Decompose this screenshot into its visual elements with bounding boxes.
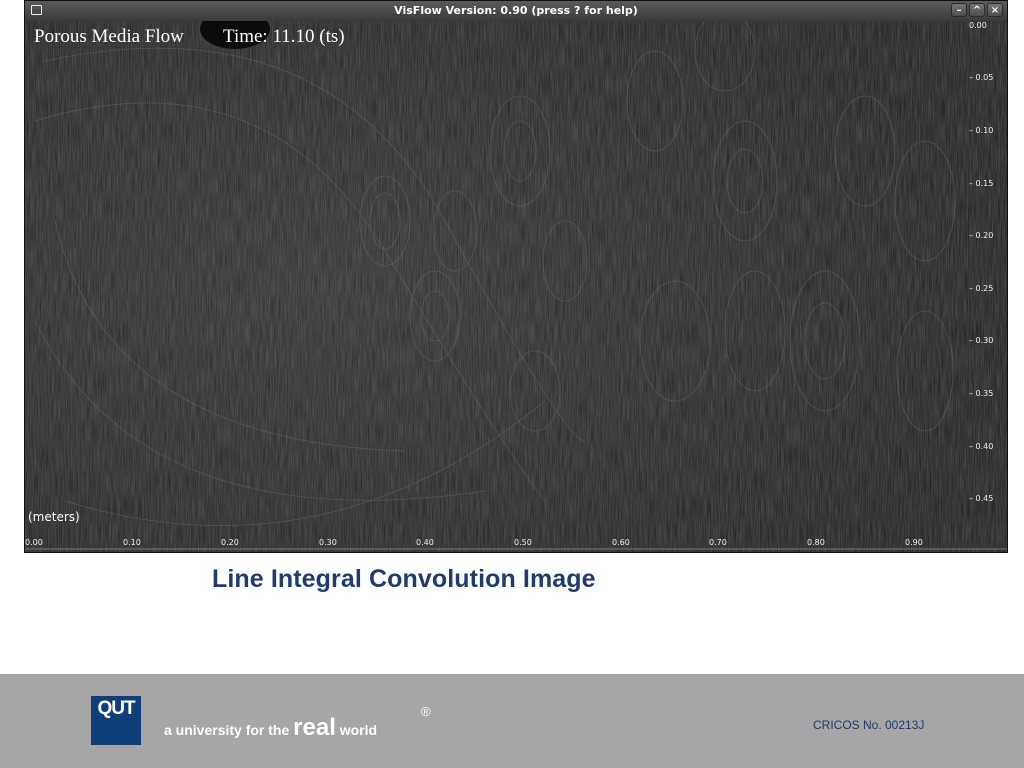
y-tick-label: – 0.40 [969, 442, 994, 451]
x-tick-label: 0.00 [25, 538, 43, 547]
x-tick-label: 0.20 [221, 538, 239, 547]
lic-flow-viewport[interactable]: Porous Media Flow Time: 11.10 (ts) (mete… [25, 21, 1007, 552]
window-menu-icon[interactable] [31, 5, 42, 15]
y-tick-label: – 0.15 [969, 179, 994, 188]
x-tick-label: 0.50 [514, 538, 532, 547]
y-tick-label: 0.00 [969, 21, 987, 30]
slide-footer: QUT a university for the real world ® CR… [0, 674, 1024, 768]
window-titlebar[interactable]: VisFlow Version: 0.90 (press ? for help)… [25, 1, 1007, 21]
x-tick-label: 0.60 [612, 538, 630, 547]
close-button[interactable]: × [987, 3, 1003, 17]
tagline: a university for the real world [164, 714, 377, 742]
x-tick-label: 0.70 [709, 538, 727, 547]
y-tick-label: – 0.35 [969, 389, 994, 398]
units-label: (meters) [28, 510, 80, 524]
window-title: VisFlow Version: 0.90 (press ? for help) [394, 4, 638, 17]
y-tick-label: – 0.10 [969, 126, 994, 135]
slide-caption: Line Integral Convolution Image [212, 565, 596, 593]
minimize-button[interactable]: – [951, 3, 967, 17]
tagline-world: world [339, 722, 378, 738]
window-controls: – ^ × [951, 3, 1003, 17]
y-tick-label: – 0.45 [969, 494, 994, 503]
lic-flow-image [25, 21, 1007, 552]
dataset-title: Porous Media Flow [34, 26, 184, 47]
x-tick-label: 0.90 [905, 538, 923, 547]
qut-logo: QUT [91, 696, 141, 745]
y-tick-label: – 0.20 [969, 231, 994, 240]
visflow-window: VisFlow Version: 0.90 (press ? for help)… [24, 0, 1008, 553]
cricos-number: CRICOS No. 00213J [813, 718, 925, 732]
maximize-button[interactable]: ^ [969, 3, 985, 17]
x-tick-label: 0.10 [123, 538, 141, 547]
y-tick-label: – 0.30 [969, 336, 994, 345]
registered-mark: ® [421, 704, 431, 719]
tagline-prefix: a university for the [164, 722, 290, 738]
y-tick-label: – 0.25 [969, 284, 994, 293]
tagline-real: real [293, 714, 336, 741]
y-tick-label: – 0.05 [969, 73, 994, 82]
x-tick-label: 0.80 [807, 538, 825, 547]
x-tick-label: 0.30 [319, 538, 337, 547]
time-readout: Time: 11.10 (ts) [223, 26, 345, 47]
x-tick-label: 0.40 [416, 538, 434, 547]
flow-texture [25, 21, 1007, 552]
